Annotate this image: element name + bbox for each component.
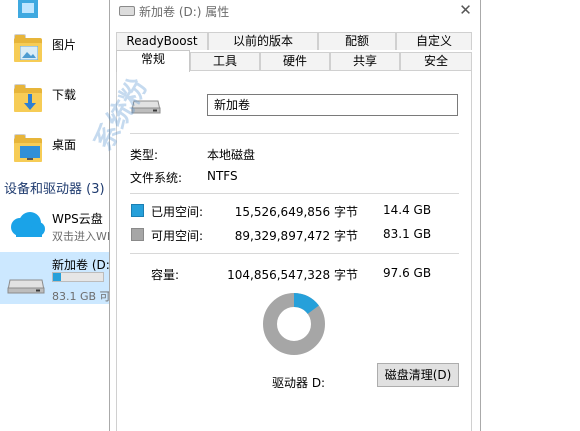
used-space-swatch: [131, 204, 144, 217]
pictures-folder-icon: [14, 34, 42, 62]
folder-downloads-label: 下载: [52, 88, 77, 102]
type-label: 类型:: [130, 148, 159, 162]
tab-security[interactable]: 安全: [400, 52, 472, 70]
tab-hardware[interactable]: 硬件: [260, 52, 330, 70]
separator-3: [130, 253, 459, 254]
capacity-size: 97.6 GB: [383, 266, 432, 280]
free-space-label: 可用空间:: [151, 229, 204, 243]
wps-cloud-item[interactable]: WPS云盘 双击进入WP: [0, 204, 114, 248]
tab-general-label: 常规: [140, 52, 165, 66]
tab-sharing-label: 共享: [352, 54, 377, 68]
close-button[interactable]: ✕: [451, 0, 480, 22]
volume-name-input[interactable]: 新加卷: [207, 94, 458, 116]
tab-customize-label: 自定义: [415, 34, 452, 48]
used-space-label: 已用空间:: [151, 205, 204, 219]
drive-letter-label: 驱动器 D:: [272, 376, 326, 390]
filesystem-label: 文件系统:: [130, 171, 183, 185]
free-space-swatch: [131, 228, 144, 241]
folder-pictures[interactable]: 图片: [0, 32, 110, 72]
properties-dialog: 新加卷 (D:) 属性 ✕ ReadyBoost 以前的版本 配额 自定义 常规…: [109, 0, 481, 431]
drive-d-usage-fill: [53, 273, 61, 281]
wps-cloud-label: WPS云盘: [52, 212, 103, 226]
tab-previous-versions[interactable]: 以前的版本: [208, 32, 318, 50]
tab-readyboost[interactable]: ReadyBoost: [116, 32, 208, 50]
tab-general[interactable]: 常规: [116, 50, 190, 72]
tab-sharing[interactable]: 共享: [330, 52, 400, 70]
separator-1: [130, 133, 459, 134]
disk-cleanup-button[interactable]: 磁盘清理(D): [377, 363, 459, 387]
drive-d-sub: 83.1 GB 可: [52, 290, 111, 303]
devices-section-header[interactable]: 设备和驱动器 (3): [4, 178, 105, 197]
close-icon: ✕: [459, 1, 472, 19]
drive-title-icon: [119, 6, 135, 16]
usage-donut-chart: [263, 293, 325, 355]
drive-icon: [6, 276, 46, 294]
tab-tools-label: 工具: [212, 54, 237, 68]
type-value: 本地磁盘: [207, 148, 256, 162]
used-space-bytes: 15,526,649,856 字节: [234, 205, 358, 219]
tab-security-label: 安全: [423, 54, 448, 68]
capacity-label: 容量:: [151, 268, 180, 282]
tab-readyboost-label: ReadyBoost: [126, 34, 198, 48]
library-icon: [14, 0, 42, 20]
folder-downloads[interactable]: 下载: [0, 82, 110, 122]
capacity-bytes: 104,856,547,328 字节: [227, 268, 358, 282]
tab-hardware-label: 硬件: [282, 54, 307, 68]
cloud-icon: [6, 210, 46, 240]
filesystem-value: NTFS: [207, 169, 238, 183]
folder-desktop-label: 桌面: [52, 138, 77, 152]
dialog-titlebar[interactable]: 新加卷 (D:) 属性 ✕: [110, 0, 480, 24]
tab-quota[interactable]: 配额: [318, 32, 396, 50]
separator-2: [130, 193, 459, 194]
desktop-folder-icon: [14, 134, 42, 162]
folder-pictures-label: 图片: [52, 38, 77, 52]
tab-tools[interactable]: 工具: [190, 52, 260, 70]
free-space-size: 83.1 GB: [383, 227, 432, 241]
tab-customize[interactable]: 自定义: [396, 32, 472, 50]
drive-d-usage-bar: [52, 272, 104, 282]
dialog-title: 新加卷 (D:) 属性: [139, 5, 230, 19]
free-space-bytes: 89,329,897,472 字节: [234, 229, 358, 243]
drive-d-label: 新加卷 (D:): [52, 258, 115, 272]
used-space-size: 14.4 GB: [383, 203, 432, 217]
wps-cloud-sub: 双击进入WP: [52, 230, 114, 243]
tab-previous-versions-label: 以前的版本: [232, 34, 293, 48]
downloads-folder-icon: [14, 84, 42, 112]
tab-quota-label: 配额: [344, 34, 369, 48]
